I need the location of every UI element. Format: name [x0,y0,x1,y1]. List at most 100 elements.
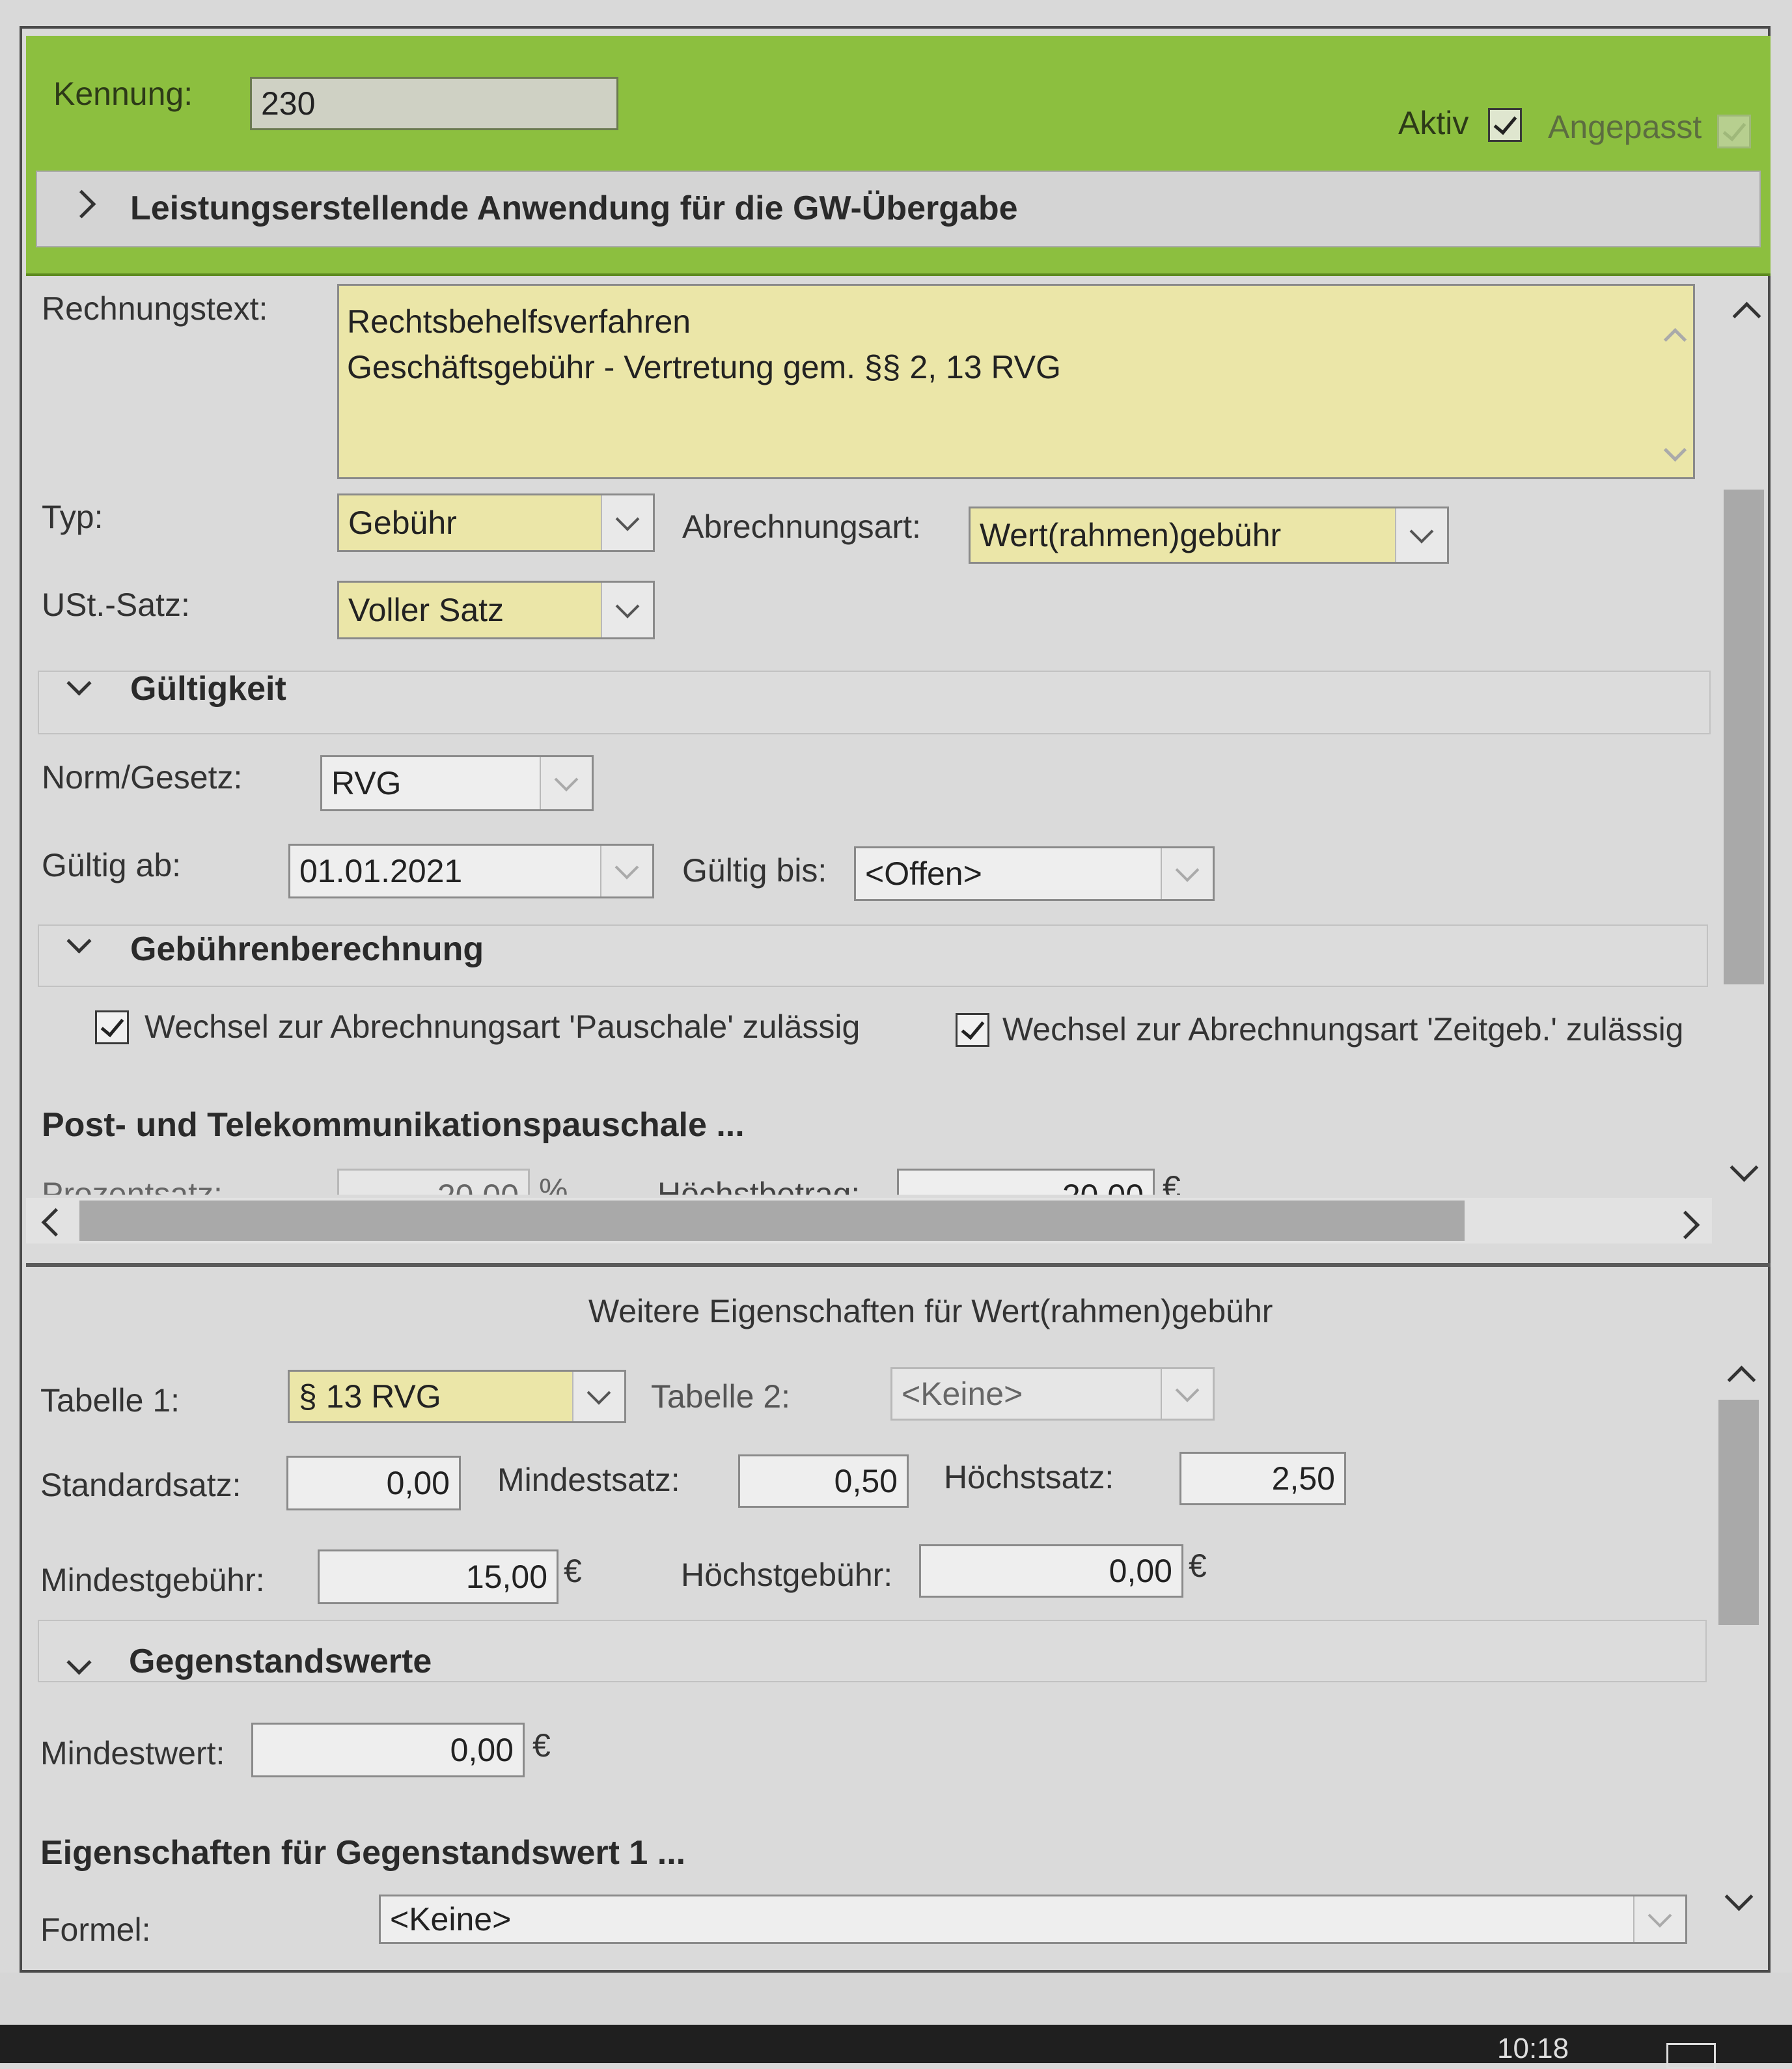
kennung-label: Kennung: [53,76,193,112]
wechsel-pauschale-label: Wechsel zur Abrechnungsart 'Pauschale' z… [145,1008,861,1045]
tabelle1-select[interactable]: § 13 RVG [288,1370,626,1423]
gueltig-bis-value: <Offen> [865,855,982,892]
dropdown-arrow-icon[interactable] [1633,1896,1685,1942]
hoechstgebuehr-label: Höchstgebühr: [681,1557,893,1593]
standardsatz-value: 0,00 [386,1465,450,1501]
tabelle1-value: § 13 RVG [299,1378,441,1415]
wechsel-pauschale-checkbox[interactable] [95,1010,129,1044]
gueltig-ab-label: Gültig ab: [42,847,182,883]
eigenschaften-gegenstandswert-title: Eigenschaften für Gegenstandswert 1 ... [40,1834,686,1872]
tabelle1-label: Tabelle 1: [40,1382,180,1419]
mindestsatz-input[interactable]: 0,50 [738,1454,909,1508]
post-pauschale-title: Post- und Telekommunikationspauschale ..… [42,1106,745,1144]
typ-select[interactable]: Gebühr [337,493,655,552]
horizontal-scrollbar-thumb[interactable] [79,1201,1465,1241]
gueltig-ab-select[interactable]: 01.01.2021 [288,844,654,898]
typ-label: Typ: [42,499,103,535]
ust-value: Voller Satz [348,592,504,628]
norm-select[interactable]: RVG [320,755,594,811]
gueltigkeit-section[interactable] [38,671,1711,734]
formel-value: <Keine> [390,1901,512,1937]
footer-strip [0,1973,1792,2025]
ust-label: USt.-Satz: [42,587,190,623]
tabelle2-select[interactable]: <Keine> [890,1367,1215,1421]
mindestsatz-value: 0,50 [834,1463,898,1499]
standardsatz-input[interactable]: 0,00 [286,1456,461,1510]
check-icon [1722,117,1746,142]
rechnungstext-label: Rechnungstext: [42,290,268,327]
mindestgebuehr-input[interactable]: 15,00 [318,1549,558,1604]
notification-icon[interactable] [1666,2043,1716,2069]
hoechstsatz-value: 2,50 [1271,1460,1335,1497]
angepasst-label: Angepasst [1548,109,1702,145]
dropdown-arrow-icon[interactable] [601,583,653,637]
kennung-value: 230 [261,85,316,122]
wechsel-zeitgeb-checkbox[interactable] [956,1013,989,1047]
abrechnungsart-select[interactable]: Wert(rahmen)gebühr [969,507,1449,564]
check-icon [961,1015,985,1040]
gueltig-ab-value: 01.01.2021 [299,853,463,889]
rechnungstext-line2: Geschäftsgebühr - Vertretung gem. §§ 2, … [347,349,1061,385]
abrechnungsart-label: Abrechnungsart: [682,508,921,545]
abrechnungsart-value: Wert(rahmen)gebühr [980,517,1282,553]
hoechstgebuehr-input[interactable]: 0,00 [919,1544,1183,1598]
prozentsatz-input[interactable]: 20,00 [337,1169,530,1195]
euro-unit: € [564,1553,582,1589]
weitere-eigenschaften-title: Weitere Eigenschaften für Wert(rahmen)ge… [588,1293,1273,1329]
norm-value: RVG [331,765,402,801]
euro-unit: € [532,1727,551,1764]
formel-label: Formel: [40,1911,151,1948]
chevron-down-icon[interactable] [1663,438,1687,462]
tabelle2-value: <Keine> [902,1376,1023,1412]
rechnungstext-input[interactable]: Rechtsbehelfsverfahren Geschäftsgebühr -… [337,284,1695,479]
euro-unit: € [1189,1548,1207,1584]
dropdown-arrow-icon[interactable] [1161,1369,1213,1419]
check-icon [100,1012,124,1038]
check-icon [1493,110,1517,135]
tabelle2-label: Tabelle 2: [651,1378,791,1415]
gegenstandswerte-title: Gegenstandswerte [129,1643,432,1680]
kennung-input[interactable]: 230 [250,77,618,130]
euro-unit: € [1163,1169,1181,1195]
typ-value: Gebühr [348,505,457,541]
mindestwert-value: 0,00 [450,1732,514,1768]
dropdown-arrow-icon[interactable] [1395,508,1447,562]
mindestsatz-label: Mindestsatz: [497,1462,680,1498]
mindestgebuehr-value: 15,00 [465,1559,547,1595]
aktiv-checkbox[interactable] [1488,108,1522,142]
prozent-unit: % [539,1172,568,1195]
mindestwert-input[interactable]: 0,00 [251,1723,525,1777]
ust-select[interactable]: Voller Satz [337,581,655,639]
gueltigkeit-title: Gültigkeit [130,670,286,708]
hoechstbetrag-value: 20,00 [1062,1177,1144,1195]
norm-label: Norm/Gesetz: [42,759,243,796]
hoechstbetrag-label: Höchstbetrag: [657,1176,861,1195]
taskbar-clock: 10:18 [1497,2033,1569,2064]
panel-divider [26,1263,1771,1267]
formel-select[interactable]: <Keine> [379,1895,1687,1944]
dropdown-arrow-icon[interactable] [1161,848,1213,899]
mindestgebuehr-label: Mindestgebühr: [40,1562,265,1598]
hoechstsatz-label: Höchstsatz: [944,1459,1114,1495]
gebuehrenberechnung-title: Gebührenberechnung [130,930,484,968]
prozentsatz-value: 20,00 [437,1177,519,1195]
vertical-scrollbar-thumb[interactable] [1724,490,1764,984]
angepasst-checkbox[interactable] [1717,115,1751,148]
hoechstsatz-input[interactable]: 2,50 [1179,1452,1346,1505]
vertical-scrollbar-thumb[interactable] [1718,1400,1759,1625]
wechsel-zeitgeb-label: Wechsel zur Abrechnungsart 'Zeitgeb.' zu… [1002,1011,1684,1048]
dropdown-arrow-icon[interactable] [572,1372,624,1421]
aktiv-label: Aktiv [1398,105,1469,141]
dropdown-arrow-icon[interactable] [601,495,653,550]
gueltig-bis-select[interactable]: <Offen> [854,846,1215,901]
dropdown-arrow-icon[interactable] [540,757,592,809]
gueltig-bis-label: Gültig bis: [682,852,827,889]
standardsatz-label: Standardsatz: [40,1467,241,1503]
rechnungstext-line1: Rechtsbehelfsverfahren [347,303,691,340]
hoechstgebuehr-value: 0,00 [1109,1553,1172,1589]
hoechstbetrag-input[interactable]: 20,00 [897,1169,1155,1195]
mindestwert-label: Mindestwert: [40,1735,225,1771]
dropdown-arrow-icon[interactable] [600,846,652,896]
gw-uebergabe-title: Leistungserstellende Anwendung für die G… [130,189,1018,227]
clipped-row: Prozentsatz: 20,00 % Höchstbetrag: 20,00… [26,1169,1705,1195]
